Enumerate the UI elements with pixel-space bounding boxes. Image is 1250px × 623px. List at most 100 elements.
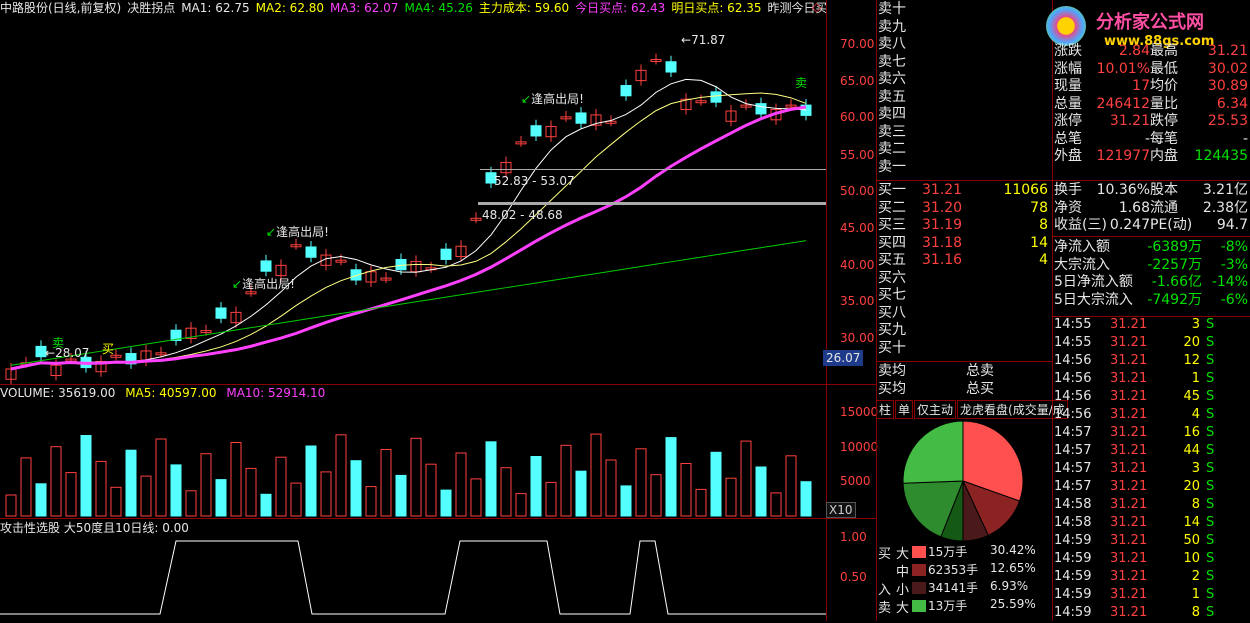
buy-level[interactable]: 买九	[878, 321, 1052, 339]
quote-value-2: 31.21	[1207, 43, 1248, 59]
volume-bar	[515, 493, 527, 517]
sell-level[interactable]: 卖三	[878, 123, 1052, 141]
tick-row[interactable]: 14:56 31.21 45 S	[1054, 389, 1250, 407]
legend-pct: 30.42%	[990, 543, 1036, 557]
tick-row[interactable]: 14:56 31.21 4 S	[1054, 407, 1250, 425]
ma-white	[10, 78, 807, 370]
sell-level[interactable]: 卖四	[878, 105, 1052, 123]
volume-bars	[5, 433, 812, 517]
sell-level[interactable]: 卖六	[878, 70, 1052, 88]
tick-row[interactable]: 14:57 31.21 44 S	[1054, 443, 1250, 461]
sell-level[interactable]: 卖二	[878, 140, 1052, 158]
sell-level[interactable]: 卖五	[878, 88, 1052, 106]
sell-level[interactable]: 卖七	[878, 53, 1052, 71]
stats-value: 0.247	[1109, 217, 1150, 233]
legend-pct: 12.65%	[990, 561, 1036, 575]
quote-row: 现量 17 均价 30.89	[1054, 77, 1250, 95]
flow-value: -7492万	[1147, 291, 1202, 308]
tick-row[interactable]: 14:59 31.21 2 S	[1054, 569, 1250, 587]
tick-row[interactable]: 14:55 31.21 3 S	[1054, 317, 1250, 335]
tick-time: 14:56	[1054, 371, 1092, 386]
volume-bar	[110, 486, 122, 517]
sell-level-label: 卖五	[878, 88, 906, 105]
volume-bar	[140, 475, 152, 517]
indicator-header: 攻击性选股 大50度且10日线: 0.00	[0, 521, 189, 535]
buy-level[interactable]: 买五 31.16 4	[878, 251, 1052, 269]
legend-side: 卖	[878, 601, 892, 616]
flow-pie	[902, 420, 1024, 542]
buy-level[interactable]: 买十	[878, 339, 1052, 357]
tick-row[interactable]: 14:56 31.21 1 S	[1054, 371, 1250, 389]
tick-row[interactable]: 14:58 31.21 14 S	[1054, 515, 1250, 533]
buy-level[interactable]: 买二 31.20 78	[878, 199, 1052, 217]
tick-row[interactable]: 14:56 31.21 12 S	[1054, 353, 1250, 371]
tick-row[interactable]: 14:59 31.21 8 S	[1054, 605, 1250, 623]
tab-single[interactable]: 单	[895, 400, 914, 419]
tick-price: 31.21	[1110, 497, 1148, 512]
volume-bar	[50, 446, 62, 517]
legend-swatch	[912, 564, 926, 576]
sell-level[interactable]: 卖十	[878, 0, 1052, 18]
tick-row[interactable]: 14:58 31.21 8 S	[1054, 497, 1250, 515]
tick-row[interactable]: 14:57 31.21 3 S	[1054, 461, 1250, 479]
flow-block: 净流入额 -6389万 -8% 大宗流入 -2257万 -3% 5日净流入额 -1.66亿 -1…	[1054, 238, 1250, 308]
buy-level[interactable]: 买七	[878, 286, 1052, 304]
volume-header: VOLUME: 35619.00 MA5: 40597.00 MA10: 529…	[0, 386, 326, 400]
tick-time: 14:57	[1054, 443, 1092, 458]
tick-price: 31.21	[1110, 353, 1148, 368]
tick-row[interactable]: 14:57 31.21 16 S	[1054, 425, 1250, 443]
tick-time: 14:59	[1054, 551, 1092, 566]
tick-price: 31.21	[1110, 605, 1148, 620]
quote-label-2: 跌停	[1150, 113, 1178, 129]
buy-level[interactable]: 买一 31.21 11066	[878, 181, 1052, 199]
buy-level[interactable]: 买四 31.18 14	[878, 234, 1052, 252]
candles	[5, 53, 812, 385]
tick-volume: 2	[1191, 569, 1200, 584]
tick-time: 14:57	[1054, 425, 1092, 440]
sell-level[interactable]: 卖一	[878, 158, 1052, 176]
volume-bar	[395, 474, 407, 517]
tick-row[interactable]: 14:59 31.21 50 S	[1054, 533, 1250, 551]
tick-row[interactable]: 14:59 31.21 10 S	[1054, 551, 1250, 569]
volume-bar	[125, 449, 137, 517]
panel-divider-1	[0, 384, 876, 385]
tick-price: 31.21	[1110, 425, 1148, 440]
sell-level-label: 卖七	[878, 53, 906, 70]
stats-block: 换手 10.36% 股本 3.21亿 净资 1.68 流通 2.38亿 收益(三) 0.247 PE…	[1054, 181, 1250, 234]
tab-active-only[interactable]: 仅主动	[914, 400, 957, 419]
tick-price: 31.21	[1110, 479, 1148, 494]
legend-pct: 25.59%	[990, 597, 1036, 611]
tick-time: 14:58	[1054, 515, 1092, 530]
flow-pct: -8%	[1220, 239, 1248, 255]
tick-side: S	[1206, 371, 1215, 386]
stats-row: 收益(三) 0.247 PE(动) 94.7	[1054, 216, 1250, 234]
legend-row: 买大 15万手 30.42%	[876, 543, 1052, 562]
tab-bar-chart[interactable]: 柱	[876, 400, 895, 419]
range-line-1	[480, 169, 826, 170]
tick-row[interactable]: 14:57 31.21 20 S	[1054, 479, 1250, 497]
range-label-2: 48.02 - 48.68	[482, 208, 563, 222]
buy-level[interactable]: 买八	[878, 304, 1052, 322]
quote-label-2: 每笔	[1150, 130, 1178, 147]
tick-volume: 3	[1191, 317, 1200, 332]
volume-bar	[425, 463, 437, 517]
volume-bar	[590, 433, 602, 517]
quote-label: 涨跌	[1054, 43, 1082, 59]
tick-list[interactable]: 14:55 31.21 3 S 14:55 31.21 20 S 14:56 31.21 12 S 14…	[1054, 317, 1250, 623]
buy-level[interactable]: 买三 31.19 8	[878, 216, 1052, 234]
stats-label-2: 流通	[1150, 199, 1178, 216]
tick-side: S	[1206, 425, 1215, 440]
buy-level[interactable]: 买六	[878, 269, 1052, 287]
tick-side: S	[1206, 497, 1215, 512]
sell-level[interactable]: 卖八	[878, 35, 1052, 53]
tick-price: 31.21	[1110, 443, 1148, 458]
volume-bar	[455, 452, 467, 517]
logo-text: 分析家公式网	[1096, 12, 1204, 33]
buy-volume: 11066	[1003, 182, 1048, 198]
tick-row[interactable]: 14:59 31.21 1 S	[1054, 587, 1250, 605]
sell-flag-3: ↙逢高出局!	[232, 277, 295, 291]
tab-bar: 柱单仅主动 龙虎看盘(成交量/成	[876, 399, 1069, 419]
buy-level-label: 买九	[878, 322, 906, 338]
tick-row[interactable]: 14:55 31.21 20 S	[1054, 335, 1250, 353]
sell-level[interactable]: 卖九	[878, 18, 1052, 36]
